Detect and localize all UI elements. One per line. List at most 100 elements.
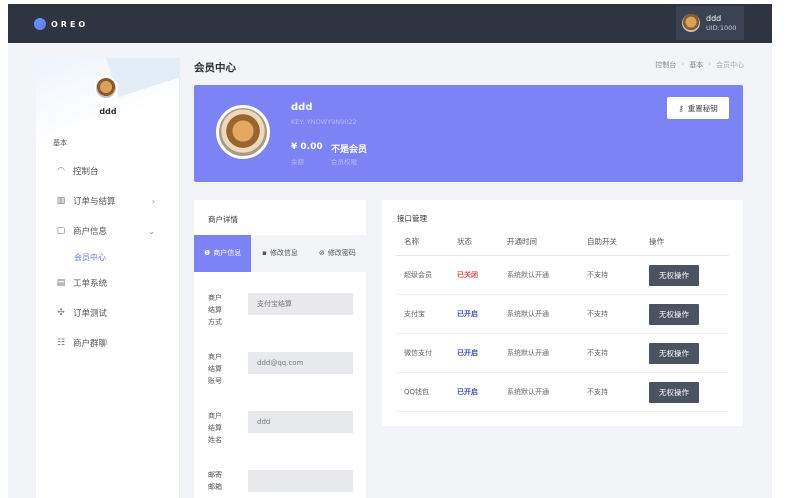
- column-header: 状态: [457, 237, 472, 246]
- reset-key-label: 重置秘钥: [687, 103, 718, 113]
- sidebar-subitem-member-center[interactable]: 会员中心: [36, 246, 179, 268]
- open-time: 系统默认开通: [507, 271, 549, 279]
- settlement-name-field[interactable]: [248, 411, 353, 433]
- settlement-account-label: 商户结算账号: [208, 353, 222, 385]
- sidebar-item-label: 商户信息: [73, 227, 108, 237]
- api-name: 微信支付: [404, 349, 432, 357]
- profile-key: KEY: YNOWY9N9022: [291, 118, 357, 126]
- profile-member-status: 不是会员: [331, 145, 368, 155]
- edit-icon: ▪: [262, 248, 267, 257]
- brand-logo[interactable]: OREO: [34, 18, 88, 30]
- mail-email-field[interactable]: [248, 470, 353, 492]
- status-badge: 已开启: [457, 349, 478, 357]
- no-permission-button[interactable]: 无权操作: [649, 342, 699, 364]
- tab-label: 修改密码: [327, 248, 356, 257]
- user-menu[interactable]: ddd UID:1000: [676, 6, 744, 40]
- self-switch: 不支持: [587, 271, 608, 279]
- group-icon: ☷: [56, 338, 66, 348]
- chevron-down-icon: ⌄: [148, 226, 155, 236]
- breadcrumb: 控制台 › 基本 › 会员中心: [655, 60, 744, 70]
- lock-icon: ⊘: [318, 248, 325, 257]
- chevron-right-icon: ›: [151, 196, 155, 206]
- merchant-detail-tabs: ❶ 商户信息 ▪ 修改信息 ⊘ 修改密码: [194, 235, 366, 272]
- table-row: 支付宝 已开启 系统默认开通 不支持 无权操作: [396, 295, 729, 334]
- no-permission-button[interactable]: 无权操作: [649, 264, 699, 286]
- mail-email-label: 邮寄邮箱: [208, 471, 222, 491]
- ticket-icon: ▤: [56, 278, 66, 288]
- sidebar-item-label: 订单测试: [73, 309, 108, 319]
- open-time: 系统默认开通: [507, 349, 549, 357]
- breadcrumb-current: 会员中心: [716, 61, 744, 69]
- sidebar-item-orders[interactable]: ▥ 订单与结算 ›: [36, 186, 179, 216]
- self-switch: 不支持: [587, 310, 608, 318]
- user-name: ddd: [706, 14, 722, 23]
- tab-edit-info[interactable]: ▪ 修改信息: [251, 235, 308, 272]
- sidebar-item-merchant-group[interactable]: ☷ 商户群聊: [36, 328, 179, 358]
- page-title: 会员中心: [194, 62, 236, 74]
- profile-balance-label: 余额: [291, 158, 304, 166]
- self-switch: 不支持: [587, 388, 608, 396]
- sidebar-item-label: 控制台: [73, 167, 99, 177]
- status-badge: 已开启: [457, 388, 478, 396]
- sidebar-user-name: ddd: [99, 107, 117, 116]
- open-time: 系统默认开通: [507, 388, 549, 396]
- sidebar-section-label: 基本: [53, 139, 67, 147]
- test-icon: ✣: [57, 308, 65, 318]
- user-uid: UID:1000: [706, 24, 737, 32]
- tab-change-password[interactable]: ⊘ 修改密码: [309, 235, 366, 272]
- sidebar-item-label: 订单与结算: [73, 197, 116, 207]
- profile-name: ddd: [291, 102, 313, 113]
- grid-icon: ▥: [56, 196, 66, 206]
- sidebar: ddd 基本 ◠ 控制台 ▥ 订单与结算 › ▢ 商户信息 ⌄ 会员中心 ▤ 工…: [36, 58, 180, 498]
- document-icon: ▢: [56, 226, 66, 236]
- settlement-method-label: 商户结算方式: [208, 294, 222, 326]
- no-permission-button[interactable]: 无权操作: [649, 303, 699, 325]
- api-management-title: 接口管理: [397, 214, 427, 223]
- reset-key-button[interactable]: ⚷ 重置秘钥: [667, 97, 729, 119]
- settlement-account-field[interactable]: [248, 352, 353, 374]
- sidebar-item-tickets[interactable]: ▤ 工单系统: [36, 268, 179, 298]
- merchant-detail-title: 商户详情: [208, 215, 238, 224]
- key-icon: ⚷: [678, 103, 684, 113]
- api-table: 名称 状态 开通时间 自助开关 操作 超级会员 已关闭 系统默认开通 不支持 无…: [396, 228, 729, 412]
- info-icon: ❶: [204, 248, 211, 257]
- self-switch: 不支持: [587, 349, 608, 357]
- breadcrumb-link[interactable]: 基本: [689, 60, 703, 70]
- breadcrumb-link[interactable]: 控制台: [655, 60, 676, 70]
- sidebar-profile: ddd: [36, 58, 179, 138]
- open-time: 系统默认开通: [507, 310, 549, 318]
- table-row: 微信支付 已开启 系统默认开通 不支持 无权操作: [396, 334, 729, 373]
- settlement-method-field[interactable]: [248, 293, 353, 315]
- settlement-name-label: 商户结算姓名: [208, 412, 222, 444]
- sidebar-avatar: [94, 76, 118, 100]
- avatar: [682, 14, 700, 32]
- table-row: QQ钱包 已开启 系统默认开通 不支持 无权操作: [396, 373, 729, 412]
- column-header: 自助开关: [587, 237, 617, 246]
- breadcrumb-separator: ›: [708, 60, 711, 68]
- column-header: 名称: [404, 237, 419, 246]
- sidebar-item-label: 商户群聊: [73, 339, 108, 349]
- column-header: 开通时间: [507, 237, 537, 246]
- profile-member-label: 会员权限: [331, 158, 357, 166]
- tab-label: 商户信息: [213, 248, 242, 257]
- tab-label: 修改信息: [269, 248, 298, 257]
- top-navbar: OREO ddd UID:1000: [8, 4, 772, 43]
- column-header: 操作: [649, 237, 664, 246]
- api-name: QQ钱包: [404, 388, 430, 396]
- api-management-card: 接口管理 名称 状态 开通时间 自助开关 操作 超级会员 已关闭 系统默认开通 …: [382, 200, 743, 426]
- profile-balance: ¥ 0.00: [291, 142, 323, 152]
- logo-text: OREO: [51, 19, 89, 29]
- dashboard-icon: ◠: [57, 166, 65, 176]
- profile-avatar: [216, 105, 270, 159]
- api-name: 超级会员: [404, 271, 432, 279]
- merchant-detail-card: 商户详情 ❶ 商户信息 ▪ 修改信息 ⊘ 修改密码 商户结算方式 商户结算账号 …: [194, 200, 366, 498]
- table-row: 超级会员 已关闭 系统默认开通 不支持 无权操作: [396, 256, 729, 295]
- sidebar-item-dashboard[interactable]: ◠ 控制台: [36, 156, 179, 186]
- status-badge: 已开启: [457, 310, 478, 318]
- no-permission-button[interactable]: 无权操作: [649, 381, 699, 403]
- sidebar-item-order-test[interactable]: ✣ 订单测试: [36, 298, 179, 328]
- tab-merchant-info[interactable]: ❶ 商户信息: [194, 235, 252, 272]
- logo-icon: [34, 18, 46, 30]
- breadcrumb-separator: ›: [681, 60, 685, 68]
- sidebar-item-merchant-info[interactable]: ▢ 商户信息 ⌄: [36, 216, 179, 246]
